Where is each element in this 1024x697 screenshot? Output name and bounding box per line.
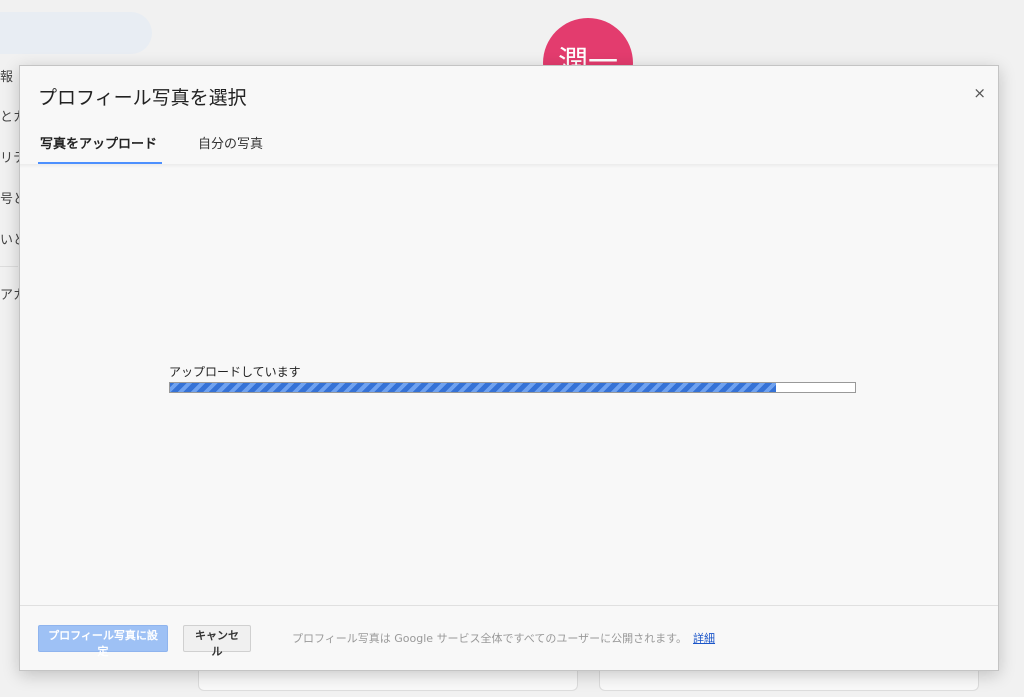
dialog-title: プロフィール写真を選択 xyxy=(38,87,247,109)
visibility-note-text: プロフィール写真は Google サービス全体ですべてのユーザーに公開されます。 xyxy=(292,632,688,645)
tab-bar: 写真をアップロード 自分の写真 xyxy=(20,128,998,165)
tab-bar-shadow xyxy=(20,164,998,168)
close-icon[interactable]: × xyxy=(973,84,986,102)
background-side-text: 報 xyxy=(0,70,14,85)
details-link[interactable]: 詳細 xyxy=(693,632,715,645)
background-card xyxy=(599,668,979,691)
visibility-note: プロフィール写真は Google サービス全体ですべてのユーザーに公開されます。… xyxy=(292,630,715,646)
set-profile-photo-button[interactable]: プロフィール写真に設定 xyxy=(38,625,168,658)
upload-status-text: アップロードしています xyxy=(169,365,301,379)
tab-my-photos[interactable]: 自分の写真 xyxy=(198,133,263,164)
background-nav-pill xyxy=(0,12,152,54)
tab-upload-photo[interactable]: 写真をアップロード xyxy=(38,133,162,164)
upload-progress-bar xyxy=(169,382,856,393)
profile-photo-dialog: プロフィール写真を選択 × 写真をアップロード 自分の写真 アップロードしていま… xyxy=(19,65,999,671)
dialog-footer: プロフィール写真に設定 キャンセル プロフィール写真は Google サービス全… xyxy=(20,605,998,671)
background-card xyxy=(198,668,578,691)
cancel-button[interactable]: キャンセル xyxy=(183,625,251,658)
upload-progress-fill xyxy=(170,383,777,392)
background-divider xyxy=(0,266,18,267)
